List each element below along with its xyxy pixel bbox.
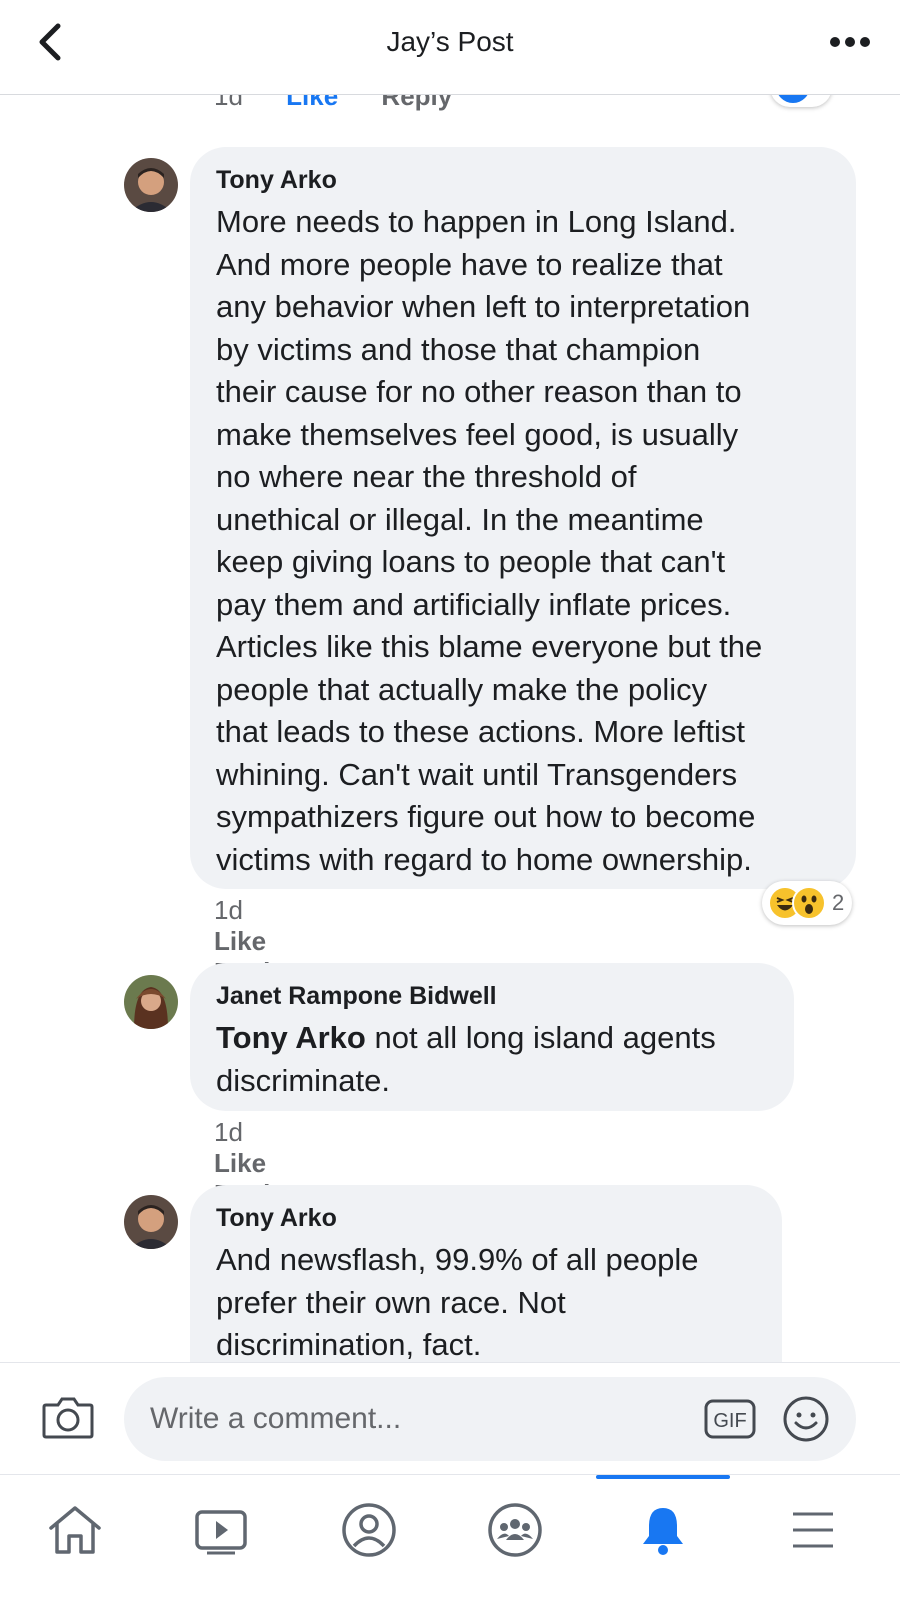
groups-icon bbox=[488, 1503, 542, 1557]
more-options-button[interactable] bbox=[828, 30, 872, 54]
nav-notifications[interactable] bbox=[628, 1495, 698, 1565]
notifications-icon bbox=[643, 1508, 683, 1555]
avatar-janet-icon bbox=[124, 975, 178, 1029]
avatar[interactable] bbox=[124, 975, 178, 1029]
wow-reaction-icon bbox=[792, 886, 826, 920]
bottom-navigation bbox=[0, 1474, 900, 1600]
smiley-icon bbox=[783, 1396, 829, 1442]
nav-watch[interactable] bbox=[186, 1495, 256, 1565]
nav-groups[interactable] bbox=[480, 1495, 550, 1565]
page-title: Jay’s Post bbox=[386, 26, 514, 57]
camera-button[interactable] bbox=[40, 1393, 96, 1441]
gif-icon: GIF bbox=[704, 1399, 756, 1439]
avatar-tony-icon bbox=[124, 158, 178, 212]
svg-text:GIF: GIF bbox=[713, 1410, 746, 1432]
profile-icon bbox=[342, 1503, 396, 1557]
comment-author[interactable]: Janet Rampone Bidwell bbox=[216, 981, 768, 1011]
avatar-tony-icon bbox=[124, 1195, 178, 1249]
emoji-button[interactable] bbox=[782, 1395, 830, 1443]
active-tab-indicator bbox=[596, 1475, 730, 1479]
mention-link[interactable]: Tony Arko bbox=[216, 1020, 366, 1055]
comment-actions: 1d Like Reply bbox=[214, 95, 488, 112]
camera-icon bbox=[42, 1397, 94, 1439]
comments-list: 1d Like Reply Tony Arko More needs to ha… bbox=[0, 95, 900, 1390]
comment-input-container: GIF bbox=[124, 1377, 856, 1461]
avatar[interactable] bbox=[124, 1195, 178, 1249]
comment-text: Tony Arko not all long island agents dis… bbox=[216, 1017, 768, 1102]
comment-composer: GIF bbox=[0, 1362, 900, 1474]
like-button[interactable]: Like bbox=[214, 1148, 266, 1178]
gif-button[interactable]: GIF bbox=[704, 1399, 756, 1439]
top-bar: Jay’s Post bbox=[0, 0, 900, 95]
reply-button[interactable]: Reply bbox=[381, 95, 452, 111]
nav-home[interactable] bbox=[40, 1495, 110, 1565]
more-dots-icon bbox=[830, 37, 870, 47]
like-button[interactable]: Like bbox=[214, 926, 266, 956]
reaction-count: 2 bbox=[832, 890, 845, 915]
comment-time: 1d bbox=[214, 895, 243, 925]
comment-author[interactable]: Tony Arko bbox=[216, 1203, 756, 1233]
comment-input[interactable] bbox=[150, 1377, 690, 1461]
nav-menu[interactable] bbox=[778, 1495, 848, 1565]
nav-profile[interactable] bbox=[334, 1495, 404, 1565]
like-reaction-icon bbox=[776, 95, 810, 103]
like-button[interactable]: Like bbox=[286, 95, 338, 111]
comment-bubble: Janet Rampone Bidwell Tony Arko not all … bbox=[190, 963, 794, 1111]
reaction-summary[interactable]: 2 bbox=[762, 881, 853, 925]
comment-bubble: Tony Arko And newsflash, 99.9% of all pe… bbox=[190, 1185, 782, 1390]
comment-bubble: Tony Arko More needs to happen in Long I… bbox=[190, 147, 856, 889]
watch-icon bbox=[195, 1510, 247, 1555]
comment-author[interactable]: Tony Arko bbox=[216, 165, 830, 195]
avatar[interactable] bbox=[124, 158, 178, 212]
comment-text: And newsflash, 99.9% of all people prefe… bbox=[216, 1242, 699, 1362]
comment-time: 1d bbox=[214, 1117, 243, 1147]
reaction-summary[interactable] bbox=[770, 95, 832, 107]
menu-icon bbox=[793, 1512, 833, 1548]
comment-text: More needs to happen in Long Island. And… bbox=[216, 204, 763, 877]
comment-time: 1d bbox=[214, 95, 243, 111]
home-icon bbox=[49, 1506, 101, 1554]
